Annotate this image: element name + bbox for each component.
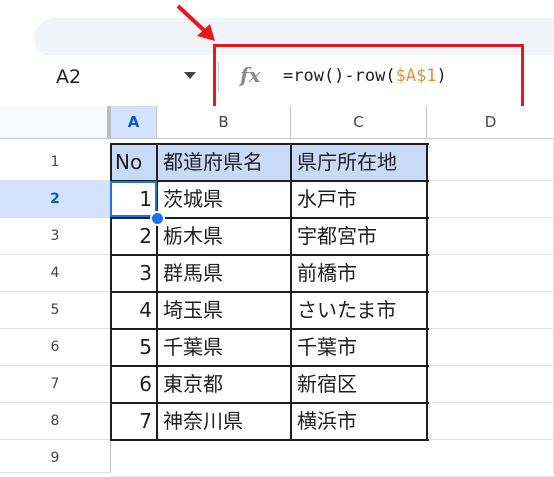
row-header[interactable]: 8: [0, 403, 111, 440]
row-header[interactable]: 2: [0, 181, 111, 218]
active-cell-outline: [110, 181, 157, 217]
cell-b[interactable]: 茨城県: [157, 181, 291, 218]
table-border: [110, 365, 429, 367]
cell-b[interactable]: 都道府県名: [157, 144, 291, 181]
cell-c[interactable]: さいたま市: [291, 292, 427, 329]
column-header-c[interactable]: C: [291, 106, 427, 138]
row-header[interactable]: 7: [0, 366, 111, 403]
cell-c[interactable]: 新宿区: [291, 366, 427, 403]
highlight-box: [213, 44, 524, 112]
cell-a[interactable]: 7: [111, 403, 157, 440]
cell-a[interactable]: 2: [111, 218, 157, 255]
cell-a[interactable]: 4: [111, 292, 157, 329]
cell-c[interactable]: 前橋市: [291, 255, 427, 292]
cell-c[interactable]: 水戸市: [291, 181, 427, 218]
cell-b[interactable]: 埼玉県: [157, 292, 291, 329]
column-header-a[interactable]: A: [111, 106, 157, 138]
cell-c[interactable]: 宇都宮市: [291, 218, 427, 255]
table-border: [110, 328, 429, 330]
red-arrow-icon: [176, 4, 215, 41]
row-header[interactable]: 5: [0, 292, 111, 329]
cell-c[interactable]: 県庁所在地: [291, 144, 427, 181]
table-border: [110, 291, 429, 293]
table-border: [110, 143, 429, 145]
table-border: [110, 254, 429, 256]
cell-c[interactable]: 千葉市: [291, 329, 427, 366]
cell-a[interactable]: No: [111, 144, 157, 181]
fill-handle[interactable]: [150, 211, 165, 226]
cell-b[interactable]: 群馬県: [157, 255, 291, 292]
cell-b[interactable]: 神奈川県: [157, 403, 291, 440]
column-header-d[interactable]: D: [427, 106, 554, 138]
row-header[interactable]: 9: [0, 440, 111, 473]
cell-b[interactable]: 東京都: [157, 366, 291, 403]
table-border: [110, 180, 429, 182]
table-border: [110, 402, 429, 404]
row-header[interactable]: 1: [0, 144, 111, 181]
cell-b[interactable]: 千葉県: [157, 329, 291, 366]
column-header-b[interactable]: B: [157, 106, 291, 138]
name-box[interactable]: A2: [56, 66, 81, 88]
cell-b[interactable]: 栃木県: [157, 218, 291, 255]
select-all-corner[interactable]: [0, 106, 111, 138]
row-header[interactable]: 4: [0, 255, 111, 292]
row-header[interactable]: 6: [0, 329, 111, 366]
cell-c[interactable]: 横浜市: [291, 403, 427, 440]
table-border: [110, 439, 429, 441]
row-header[interactable]: 3: [0, 218, 111, 255]
cell-a[interactable]: 5: [111, 329, 157, 366]
name-box-dropdown-icon[interactable]: [184, 72, 196, 79]
cell-a[interactable]: 3: [111, 255, 157, 292]
cell-a[interactable]: 6: [111, 366, 157, 403]
